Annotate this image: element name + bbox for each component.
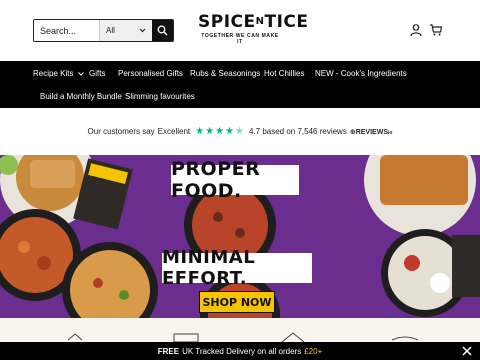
reviews-summary: 4.7 based on 7,546 reviews: [248, 127, 347, 136]
nav-item-cooks-ingredients[interactable]: NEW - Cook's Ingredients: [315, 69, 407, 78]
hero-headline-1: PROPER FOOD.: [171, 158, 299, 202]
cart-icon[interactable]: [429, 23, 443, 37]
reviews-provider-logo: ⊕REVIEWSio: [349, 128, 393, 136]
nav-item-hot-chillies[interactable]: Hot Chillies: [264, 69, 304, 78]
main-navigation: Recipe Kits Gifts Personalised Gifts Rub…: [0, 61, 480, 108]
star-icon: ★: [205, 126, 215, 137]
search-icon: [157, 25, 168, 36]
reviews-banner[interactable]: Our customers say Excellent ★ ★ ★ ★ ★ 4.…: [0, 108, 480, 155]
star-icon: ★: [225, 126, 235, 137]
search-category-select[interactable]: All: [99, 20, 152, 41]
search-bar: All: [33, 19, 174, 42]
announcement-bar: FREE UK Tracked Delivery on all orders £…: [0, 342, 480, 360]
logo-wordmark: SPICENTICE: [198, 12, 309, 32]
account-icon[interactable]: [409, 23, 423, 37]
announcement-highlight: £20+: [304, 346, 323, 356]
nav-item-recipe-kits[interactable]: Recipe Kits: [33, 69, 84, 78]
announcement-bold: FREE: [157, 346, 180, 356]
reviews-rating-word: Excellent: [157, 127, 191, 136]
reviews-prefix: Our customers say: [87, 127, 155, 136]
shop-now-button[interactable]: SHOP NOW: [199, 291, 275, 313]
chevron-down-icon: [139, 28, 146, 33]
nav-item-rubs-seasonings[interactable]: Rubs & Seasonings: [190, 69, 260, 78]
announcement-text: UK Tracked Delivery on all orders: [182, 346, 302, 356]
search-category-label: All: [106, 26, 115, 35]
star-rating: ★ ★ ★ ★ ★: [195, 126, 245, 137]
chevron-down-icon: [77, 72, 84, 76]
nav-item-personalised-gifts[interactable]: Personalised Gifts: [118, 69, 183, 78]
search-button[interactable]: [151, 20, 173, 41]
feature-icons-partial: [67, 332, 419, 343]
star-icon: ★: [195, 126, 205, 137]
logo-tagline: TOGETHER WE CAN MAKE IT: [201, 33, 279, 45]
nav-item-monthly-bundle[interactable]: Build a Monthly Bundle: [40, 92, 122, 101]
nav-item-gifts[interactable]: Gifts: [89, 69, 105, 78]
site-logo[interactable]: SPICENTICE TOGETHER WE CAN MAKE IT: [198, 12, 309, 45]
feature-strip: [0, 318, 480, 343]
close-icon[interactable]: [462, 346, 472, 356]
star-half-icon: ★: [235, 126, 244, 137]
search-input[interactable]: [34, 20, 99, 41]
site-header: All SPICENTICE TOGETHER WE CAN MAKE IT: [0, 0, 480, 61]
page: All SPICENTICE TOGETHER WE CAN MAKE IT R…: [0, 0, 480, 360]
hero-headline-2: MINIMAL EFFORT.: [162, 247, 312, 289]
star-icon: ★: [215, 126, 225, 137]
hero-banner[interactable]: PROPER FOOD. MINIMAL EFFORT. SHOP NOW: [0, 155, 480, 318]
nav-item-slimming-favourites[interactable]: Slimming favourites: [125, 92, 195, 101]
